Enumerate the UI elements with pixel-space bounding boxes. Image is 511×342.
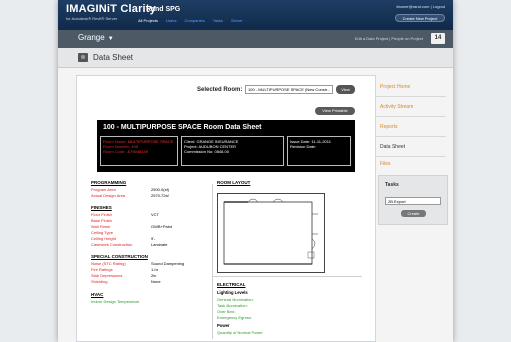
people-count-badge: 14: [431, 33, 445, 44]
tasks-title: Tasks: [385, 182, 399, 188]
nav-server[interactable]: Server: [231, 18, 243, 23]
chevron-down-icon: ▼: [107, 36, 114, 42]
power-heading: Power: [217, 323, 230, 328]
table-row: Fire Ratings 1-hr: [91, 267, 159, 272]
sidebar-item-files[interactable]: Files: [380, 161, 391, 167]
finishes-heading: FINISHES: [91, 205, 112, 210]
view-printable-button[interactable]: View Printable: [315, 107, 355, 115]
camera-icon: [78, 53, 88, 62]
programming-heading: PROGRAMMING: [91, 180, 127, 185]
nav-companies[interactable]: Companies: [184, 18, 204, 23]
power-item: Quantity of Normal Power: [217, 330, 263, 335]
sidebar-divider: [376, 136, 446, 137]
lighting-item: Task Illumination:: [217, 303, 248, 308]
sheet-header: 100 - MULTIPURPOSE SPACE Room Data Sheet…: [97, 120, 355, 172]
app-window: IMAGINiT Clarity for Autodesk® Revit® Se…: [58, 0, 453, 342]
project-selector-label: Grange: [78, 33, 105, 42]
section-divider: [212, 276, 362, 277]
room-code-label: Room Code:: [103, 149, 126, 154]
lighting-item: Emergency Egress:: [217, 315, 252, 320]
room-info-box: Room Name: MULTIPURPOSE SPACE Room Numbe…: [100, 136, 178, 166]
sidebar-item-activity-stream[interactable]: Activity Stream: [380, 104, 413, 110]
table-row: Base Finish: [91, 218, 112, 223]
room-layout-heading: ROOM LAYOUT: [217, 180, 251, 185]
electrical-heading: ELECTRICAL: [217, 282, 246, 287]
create-project-button[interactable]: Create New Project: [395, 14, 445, 22]
table-row: Actual Design Area 2570.72sf: [91, 193, 169, 198]
commission-label: Commission No:: [184, 149, 214, 154]
table-row: Wall Finish GWB+Paint: [91, 224, 173, 229]
nav-tasks[interactable]: Tasks: [213, 18, 223, 23]
sheet-title: 100 - MULTIPURPOSE SPACE Room Data Sheet: [103, 124, 262, 131]
selected-room-label: Selected Room:: [197, 87, 243, 93]
table-row: Noise (STC Rating) Sound Dampening: [91, 261, 185, 266]
table-row: Slab Depressions 2in: [91, 273, 157, 278]
table-row: Indoor Design Temperature: [91, 299, 140, 304]
room-layout-drawing: [217, 193, 325, 273]
table-row: Shielding None: [91, 279, 161, 284]
project-name: Rand SPG: [146, 6, 181, 13]
page-title: Data Sheet: [93, 53, 134, 62]
tasks-panel: Tasks 2B Export Create: [378, 175, 448, 225]
nav-all-projects[interactable]: All Projects: [138, 18, 158, 23]
table-row: Ceiling Type: [91, 230, 113, 235]
sidebar-item-reports[interactable]: Reports: [380, 124, 398, 130]
project-links[interactable]: Edit a Data Project | People on Project: [355, 36, 423, 41]
logo-subtitle: for Autodesk® Revit® Server: [66, 16, 118, 21]
lighting-item: General Illumination:: [217, 297, 254, 302]
date-info-box: Issue Date: 11-11-2011 Revision Date:: [287, 136, 351, 166]
sidebar-divider: [376, 96, 446, 97]
top-header: IMAGINiT Clarity for Autodesk® Revit® Se…: [58, 0, 453, 30]
lighting-levels-heading: Lighting Levels: [217, 290, 248, 295]
revision-date-label: Revision Date:: [290, 144, 317, 149]
sidebar-divider: [376, 116, 446, 117]
hvac-heading: HVAC: [91, 292, 104, 297]
room-select[interactable]: 100 - MULTIPURPOSE SPACE (New Constr...: [245, 85, 333, 94]
special-construction-heading: SPECIAL CONSTRUCTION: [91, 254, 148, 259]
page-titlebar: Data Sheet: [58, 48, 453, 68]
table-row: Program Area 2500.0(sf): [91, 187, 170, 192]
create-task-button[interactable]: Create: [401, 210, 426, 217]
data-sheet-panel: Selected Room: 100 - MULTIPURPOSE SPACE …: [76, 75, 376, 342]
table-row: Floor Finish VCT: [91, 212, 159, 217]
nav-users[interactable]: Users: [166, 18, 176, 23]
sidebar-divider: [376, 156, 446, 157]
lighting-item: Over Bed:: [217, 309, 236, 314]
column-divider: [212, 184, 213, 339]
top-nav: All Projects Users Companies Tasks Serve…: [138, 18, 243, 23]
floorplan-svg: [223, 198, 318, 265]
tasks-select[interactable]: 2B Export: [385, 197, 441, 205]
view-button[interactable]: View: [336, 85, 355, 94]
table-row: Casework Construction Laminate: [91, 242, 168, 247]
project-bar: Grange ▼ Edit a Data Project | People on …: [58, 30, 453, 48]
app-logo[interactable]: IMAGINiT Clarity: [66, 3, 156, 15]
table-row: Ceiling Height 9'-: [91, 236, 156, 241]
project-selector[interactable]: Grange ▼: [78, 33, 114, 42]
room-code-value: -679048149: [126, 149, 148, 154]
right-sidebar: Project Home Activity Stream Reports Dat…: [376, 75, 453, 342]
client-info-box: Client: GRANGE INSURANCE Project: AUDUBO…: [181, 136, 284, 166]
sidebar-item-data-sheet[interactable]: Data Sheet: [380, 144, 405, 150]
sidebar-item-project-home[interactable]: Project Home: [380, 84, 410, 90]
user-account[interactable]: ktumer@rand.com | Logout: [397, 4, 445, 9]
commission-value: 0848.00: [214, 149, 229, 154]
